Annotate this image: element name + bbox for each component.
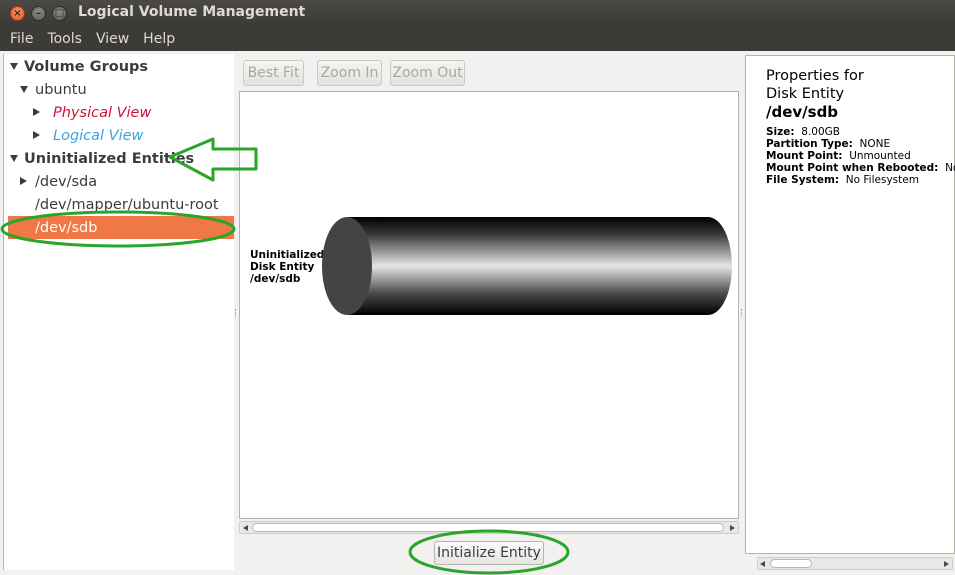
tree-row-dev-sda[interactable]: /dev/sda	[4, 170, 235, 193]
menu-view[interactable]: View	[89, 29, 136, 49]
menu-tools[interactable]: Tools	[40, 29, 89, 49]
tree-row-dev-sdb[interactable]: /dev/sdb	[8, 216, 234, 239]
tree-label-dev-sdb: /dev/sdb	[35, 219, 98, 236]
initialize-entity-button[interactable]: Initialize Entity	[434, 541, 544, 565]
volume-tree[interactable]: Volume Groups ubuntu Physical View Logic…	[3, 54, 234, 570]
menu-help[interactable]: Help	[136, 29, 182, 49]
tree-row-volume-groups[interactable]: Volume Groups	[4, 55, 235, 78]
properties-heading-line1: Properties for	[766, 68, 864, 84]
menu-file[interactable]: File	[3, 29, 40, 49]
property-value: Unmounted	[849, 150, 911, 162]
properties-device-name: /dev/sdb	[766, 103, 839, 121]
expander-down-icon[interactable]	[20, 86, 28, 93]
property-partition-type: Partition Type: NONE	[766, 138, 890, 150]
tree-row-uninitialized-entities[interactable]: Uninitialized Entities	[4, 147, 235, 170]
maximize-icon[interactable]: □	[52, 6, 67, 21]
disk-cylinder-icon[interactable]	[240, 92, 740, 520]
property-mount-point: Mount Point: Unmounted	[766, 150, 911, 162]
tree-row-dev-mapper-ubuntu-root[interactable]: /dev/mapper/ubuntu-root	[4, 193, 235, 216]
properties-horizontal-scrollbar[interactable]	[757, 557, 953, 570]
property-size: Size: 8.00GB	[766, 126, 840, 138]
tree-label-uninitialized-entities: Uninitialized Entities	[24, 150, 195, 167]
tree-label-dev-sda: /dev/sda	[35, 173, 98, 190]
tree-row-logical-view[interactable]: Logical View	[4, 124, 235, 147]
zoom-in-button[interactable]: Zoom In	[317, 60, 382, 86]
close-icon[interactable]: ×	[10, 6, 25, 21]
scroll-thumb[interactable]	[770, 559, 812, 568]
scroll-left-icon[interactable]	[760, 561, 765, 567]
tree-label-volume-groups: Volume Groups	[24, 58, 149, 75]
property-key: File System:	[766, 174, 840, 186]
property-key: Partition Type:	[766, 138, 853, 150]
properties-panel: Properties for Disk Entity /dev/sdb Size…	[745, 55, 955, 554]
property-value: None	[945, 162, 955, 174]
entity-canvas[interactable]: Uninitialized Disk Entity /dev/sdb	[239, 91, 739, 519]
expander-right-icon[interactable]	[33, 108, 40, 116]
tree-label-ubuntu: ubuntu	[35, 81, 87, 98]
property-key: Size:	[766, 126, 795, 138]
tree-label-logical-view: Logical View	[53, 127, 144, 144]
zoom-out-button[interactable]: Zoom Out	[390, 60, 465, 86]
menu-bar: File Tools View Help	[0, 27, 955, 51]
pane-splitter-handle[interactable]	[741, 309, 743, 317]
property-file-system: File System: No Filesystem	[766, 174, 919, 186]
tree-label-physical-view: Physical View	[53, 104, 152, 121]
tree-label-dev-mapper-ubuntu-root: /dev/mapper/ubuntu-root	[35, 196, 219, 213]
property-value: 8.00GB	[801, 126, 840, 138]
properties-heading-line2: Disk Entity	[766, 86, 845, 102]
tree-row-physical-view[interactable]: Physical View	[4, 101, 235, 124]
scroll-right-icon[interactable]	[730, 525, 735, 531]
tree-row-ubuntu[interactable]: ubuntu	[4, 78, 235, 101]
window-title: Logical Volume Management	[78, 4, 306, 20]
property-key: Mount Point when Rebooted:	[766, 162, 939, 174]
title-bar: × – □ Logical Volume Management	[0, 0, 955, 27]
scroll-right-icon[interactable]	[944, 561, 949, 567]
scroll-thumb[interactable]	[252, 523, 724, 532]
property-value: NONE	[859, 138, 891, 150]
scroll-left-icon[interactable]	[243, 525, 248, 531]
canvas-horizontal-scrollbar[interactable]	[239, 521, 739, 534]
best-fit-button[interactable]: Best Fit	[243, 60, 304, 86]
property-key: Mount Point:	[766, 150, 843, 162]
property-mount-point-rebooted: Mount Point when Rebooted: None	[766, 162, 955, 174]
property-value: No Filesystem	[845, 174, 919, 186]
expander-right-icon[interactable]	[33, 131, 40, 139]
minimize-icon[interactable]: –	[31, 6, 46, 21]
expander-down-icon[interactable]	[10, 63, 18, 70]
expander-down-icon[interactable]	[10, 155, 18, 162]
pane-splitter-handle[interactable]	[235, 309, 237, 317]
expander-right-icon[interactable]	[20, 177, 27, 185]
